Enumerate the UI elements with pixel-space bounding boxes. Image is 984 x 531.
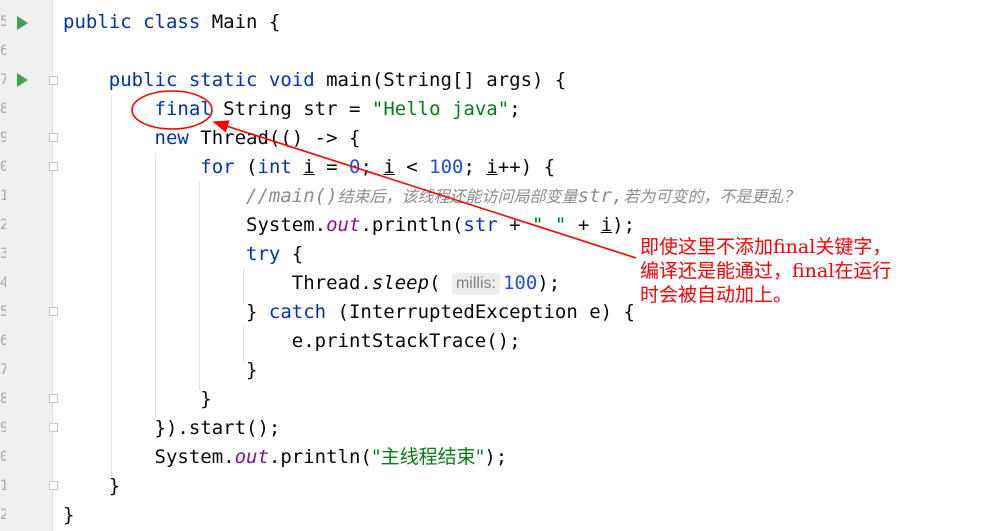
- annotation-note: 即使这里不添加final关键字， 编译还是能通过，final在运行 时会被自动加…: [640, 236, 892, 306]
- highlight-ellipse: [131, 90, 213, 130]
- annotation-arrow: [212, 120, 637, 259]
